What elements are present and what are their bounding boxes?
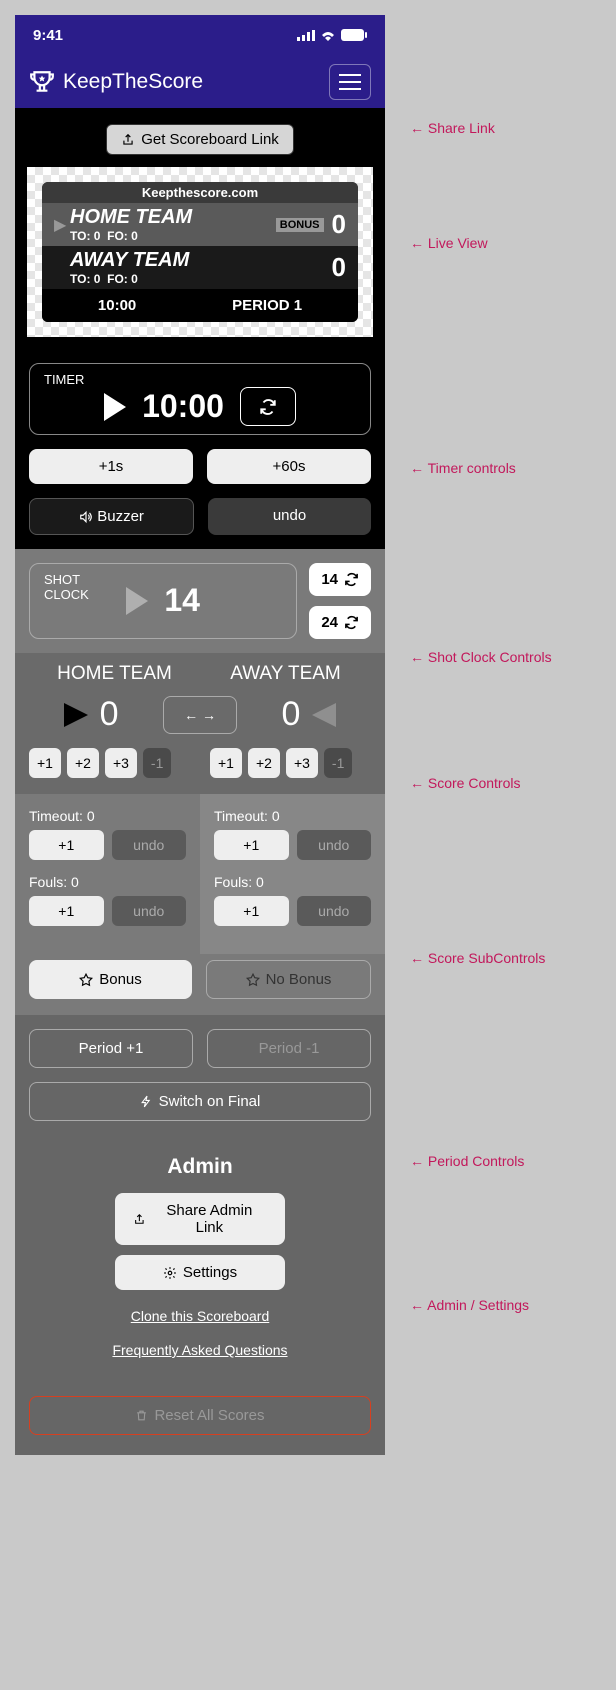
- annotation-sub: ← Score SubControls: [410, 950, 545, 966]
- star-icon: [246, 973, 260, 987]
- home-timeout-undo-button[interactable]: undo: [112, 830, 187, 860]
- away-score-control: 0: [282, 695, 301, 734]
- period-dec-button[interactable]: Period -1: [207, 1029, 371, 1068]
- reset-icon: [259, 398, 277, 416]
- annotation-live: ← Live View: [410, 235, 488, 251]
- brand-text: KeepTheScore: [63, 70, 203, 94]
- share-icon: [133, 1213, 146, 1226]
- preview-clock: 10:00: [98, 297, 136, 314]
- annotation-shot: ← Shot Clock Controls: [410, 649, 552, 665]
- away-timeout-plus-button[interactable]: +1: [214, 830, 289, 860]
- possession-arrow-icon: ▶: [54, 215, 66, 235]
- bonus-badge: BONUS: [276, 218, 324, 232]
- possession-home-icon[interactable]: [64, 703, 88, 727]
- annotation-score: ← Score Controls: [410, 775, 520, 791]
- preview-period: PERIOD 1: [232, 297, 302, 314]
- home-team-label: HOME TEAM: [29, 663, 200, 685]
- home-row: ▶ HOME TEAM TO: 0 FO: 0 BONUS 0: [42, 203, 358, 246]
- status-time: 9:41: [33, 27, 63, 44]
- live-preview: Keepthescore.com ▶ HOME TEAM TO: 0 FO: 0…: [27, 167, 373, 337]
- away-team-label: AWAY TEAM: [200, 663, 371, 685]
- bonus-button[interactable]: Bonus: [29, 960, 192, 999]
- timer-plus60s-button[interactable]: +60s: [207, 449, 371, 484]
- gear-icon: [163, 1266, 177, 1280]
- away-name: AWAY TEAM: [70, 249, 332, 272]
- shot-value: 14: [164, 582, 200, 619]
- wifi-icon: [320, 29, 336, 41]
- admin-title: Admin: [29, 1155, 371, 1179]
- away-fouls-undo-button[interactable]: undo: [297, 896, 372, 926]
- battery-icon: [341, 29, 367, 41]
- away-plus3-button[interactable]: +3: [286, 748, 318, 778]
- away-timeout-undo-button[interactable]: undo: [297, 830, 372, 860]
- home-timeout-label: Timeout: 0: [29, 808, 186, 824]
- no-bonus-button[interactable]: No Bonus: [206, 960, 371, 999]
- signal-icon: [297, 30, 315, 41]
- top-nav: KeepTheScore: [15, 55, 385, 108]
- reset-icon: [344, 572, 359, 587]
- share-icon: [121, 133, 135, 147]
- speaker-icon: [79, 510, 93, 524]
- timer-box: TIMER 10:00: [29, 363, 371, 435]
- timer-plus1s-button[interactable]: +1s: [29, 449, 193, 484]
- share-label: Get Scoreboard Link: [141, 131, 279, 148]
- get-scoreboard-link-button[interactable]: Get Scoreboard Link: [106, 124, 294, 155]
- timer-play-button[interactable]: [104, 393, 126, 421]
- annotation-share: ← Share Link: [410, 120, 495, 136]
- shot-clock-box: SHOTCLOCK 14: [29, 563, 297, 639]
- away-fouls-plus-button[interactable]: +1: [214, 896, 289, 926]
- settings-button[interactable]: Settings: [115, 1255, 285, 1290]
- lightning-icon: [140, 1095, 153, 1108]
- shot-reset-24-button[interactable]: 24: [309, 606, 371, 639]
- faq-link[interactable]: Frequently Asked Questions: [29, 1342, 371, 1358]
- away-row: AWAY TEAM TO: 0 FO: 0 0: [42, 246, 358, 289]
- period-inc-button[interactable]: Period +1: [29, 1029, 193, 1068]
- home-score: 0: [332, 209, 346, 240]
- away-fouls-label: Fouls: 0: [214, 874, 371, 890]
- brand[interactable]: KeepTheScore: [29, 69, 203, 95]
- shot-reset-14-button[interactable]: 14: [309, 563, 371, 596]
- scoreboard-header: Keepthescore.com: [42, 182, 358, 203]
- timer-undo-button[interactable]: undo: [208, 498, 371, 535]
- home-plus2-button[interactable]: +2: [67, 748, 99, 778]
- home-fouls-label: Fouls: 0: [29, 874, 186, 890]
- buzzer-button[interactable]: Buzzer: [29, 498, 194, 535]
- home-name: HOME TEAM: [70, 206, 276, 229]
- home-timeout-plus-button[interactable]: +1: [29, 830, 104, 860]
- reset-all-button[interactable]: Reset All Scores: [29, 1396, 371, 1435]
- switch-final-button[interactable]: Switch on Final: [29, 1082, 371, 1121]
- home-plus3-button[interactable]: +3: [105, 748, 137, 778]
- clone-link[interactable]: Clone this Scoreboard: [29, 1308, 371, 1324]
- away-plus2-button[interactable]: +2: [248, 748, 280, 778]
- status-bar: 9:41: [15, 15, 385, 55]
- trash-icon: [135, 1409, 148, 1422]
- home-fouls-plus-button[interactable]: +1: [29, 896, 104, 926]
- logo-icon: [29, 69, 55, 95]
- home-score-control: 0: [100, 695, 119, 734]
- away-timeout-label: Timeout: 0: [214, 808, 371, 824]
- share-admin-link-button[interactable]: Share Admin Link: [115, 1193, 285, 1245]
- annotation-admin: ← Admin / Settings: [410, 1297, 529, 1313]
- annotation-period: ← Period Controls: [410, 1153, 524, 1169]
- annotations: ← Share Link ← Live View ← Timer control…: [400, 0, 420, 1470]
- home-plus1-button[interactable]: +1: [29, 748, 61, 778]
- annotation-timer: ← Timer controls: [410, 460, 516, 476]
- swap-possession-button[interactable]: ← →: [163, 696, 237, 734]
- away-plus1-button[interactable]: +1: [210, 748, 242, 778]
- timer-value: 10:00: [142, 388, 224, 425]
- status-icons: [297, 29, 367, 41]
- home-fouls-undo-button[interactable]: undo: [112, 896, 187, 926]
- star-icon: [79, 973, 93, 987]
- home-minus1-button[interactable]: -1: [143, 748, 171, 778]
- shot-play-button[interactable]: [126, 587, 148, 615]
- reset-icon: [344, 615, 359, 630]
- away-score: 0: [332, 252, 346, 283]
- scoreboard: Keepthescore.com ▶ HOME TEAM TO: 0 FO: 0…: [42, 182, 358, 322]
- menu-button[interactable]: [329, 64, 371, 100]
- timer-label: TIMER: [44, 372, 356, 387]
- timer-reset-button[interactable]: [240, 387, 296, 426]
- away-minus1-button[interactable]: -1: [324, 748, 352, 778]
- possession-away-icon[interactable]: [312, 703, 336, 727]
